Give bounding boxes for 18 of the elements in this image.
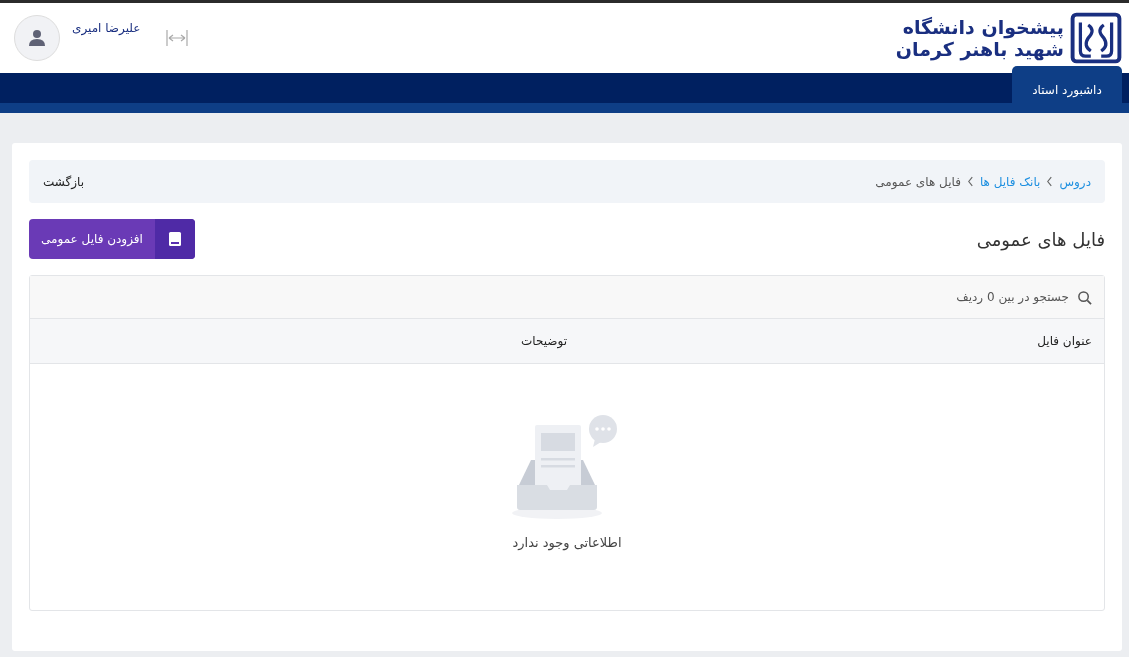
chevron-icon xyxy=(1046,176,1054,187)
university-name: پیشخوان دانشگاه xyxy=(901,16,1064,38)
column-header: عنوان فایل xyxy=(1036,334,1092,348)
search-icon xyxy=(1077,289,1092,305)
university-name: شهید باهنر کرمان xyxy=(895,38,1064,60)
page-title: فایل های عمومی xyxy=(976,228,1105,250)
university-logo-icon xyxy=(1070,12,1122,64)
search-field[interactable]: جستجو در بین 0 ردیف xyxy=(767,289,1071,305)
user-name[interactable]: علیرضا امیری xyxy=(72,21,141,35)
back-link[interactable]: بازگشت xyxy=(43,174,84,189)
user-avatar[interactable] xyxy=(14,15,60,61)
column-header: توضیحات xyxy=(519,334,567,348)
chevron-icon xyxy=(966,176,974,187)
book-icon xyxy=(167,231,182,247)
breadcrumb-current: فایل های عمومی xyxy=(875,174,961,189)
add-file-button[interactable]: افزودن فایل عمومی xyxy=(29,219,195,259)
person-icon xyxy=(27,28,47,48)
empty-message: اطلاعاتی وجود ندارد xyxy=(512,534,622,550)
